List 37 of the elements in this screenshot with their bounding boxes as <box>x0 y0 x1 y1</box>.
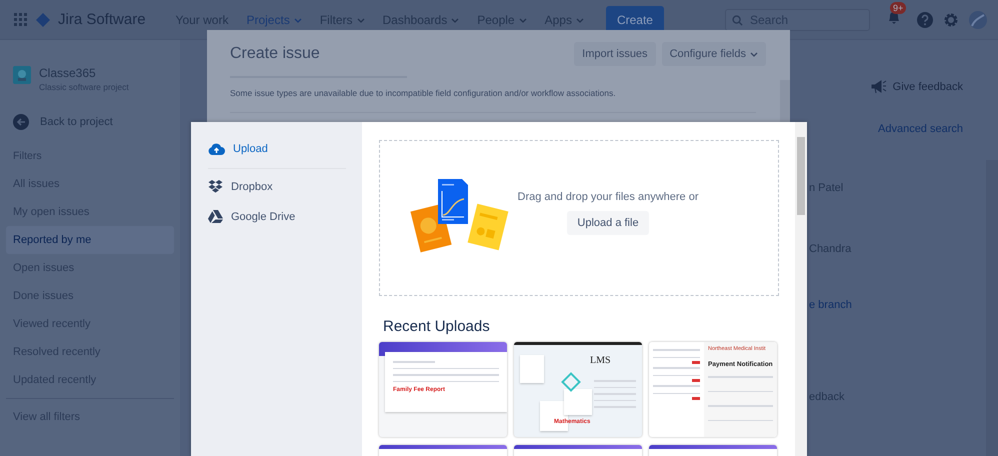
dialog-title: Create issue <box>230 45 320 63</box>
source-item[interactable]: Google Drive <box>208 207 346 226</box>
drop-instructions: Drag and drop your files anywhere or <box>518 191 698 203</box>
chevron-down-icon <box>518 18 527 23</box>
thumbnail-heading: LMS <box>590 355 611 366</box>
notice-text: Some issue types are unavailable due to incompatible field configuration and/or workflow associations. <box>230 88 617 98</box>
source-item[interactable]: Upload <box>208 140 346 158</box>
help-icon[interactable] <box>916 10 934 28</box>
dropbox-icon <box>208 180 223 194</box>
mini-card <box>564 389 592 415</box>
app-grid-icon[interactable] <box>14 12 28 26</box>
notification-count: 9+ <box>890 2 906 14</box>
give-feedback-link[interactable]: Give feedback <box>892 81 963 93</box>
source-item[interactable]: Dropbox <box>208 177 346 197</box>
cloud-upload-icon <box>208 143 225 155</box>
drop-zone[interactable]: Drag and drop your files anywhere or Upload a file <box>379 140 779 296</box>
search-icon <box>732 14 743 26</box>
chevron-down-icon <box>576 18 584 23</box>
upload-file-button[interactable]: Upload a file <box>567 211 649 235</box>
chevron-down-icon <box>750 52 758 57</box>
dialog-scrollbar[interactable] <box>795 122 807 456</box>
mini-card <box>520 355 544 383</box>
google-drive-icon <box>208 210 223 223</box>
avatar[interactable] <box>968 10 988 30</box>
diamond-logo-icon <box>36 12 50 26</box>
filter-item[interactable]: Reported by me <box>6 226 174 254</box>
chevron-down-icon <box>451 18 460 23</box>
chevron-down-icon <box>294 18 302 23</box>
megaphone-icon <box>870 80 887 94</box>
dialog-action-button[interactable]: Configure fields <box>662 42 766 66</box>
dialog-action-button[interactable]: Import issues <box>574 42 656 66</box>
settings-icon[interactable] <box>942 10 960 28</box>
project-avatar-icon <box>13 66 31 84</box>
recent-uploads-heading: Recent Uploads <box>383 318 491 335</box>
link[interactable]: e branch <box>809 299 852 311</box>
chevron-down-icon <box>356 18 364 23</box>
link[interactable]: Advanced search <box>878 123 963 135</box>
